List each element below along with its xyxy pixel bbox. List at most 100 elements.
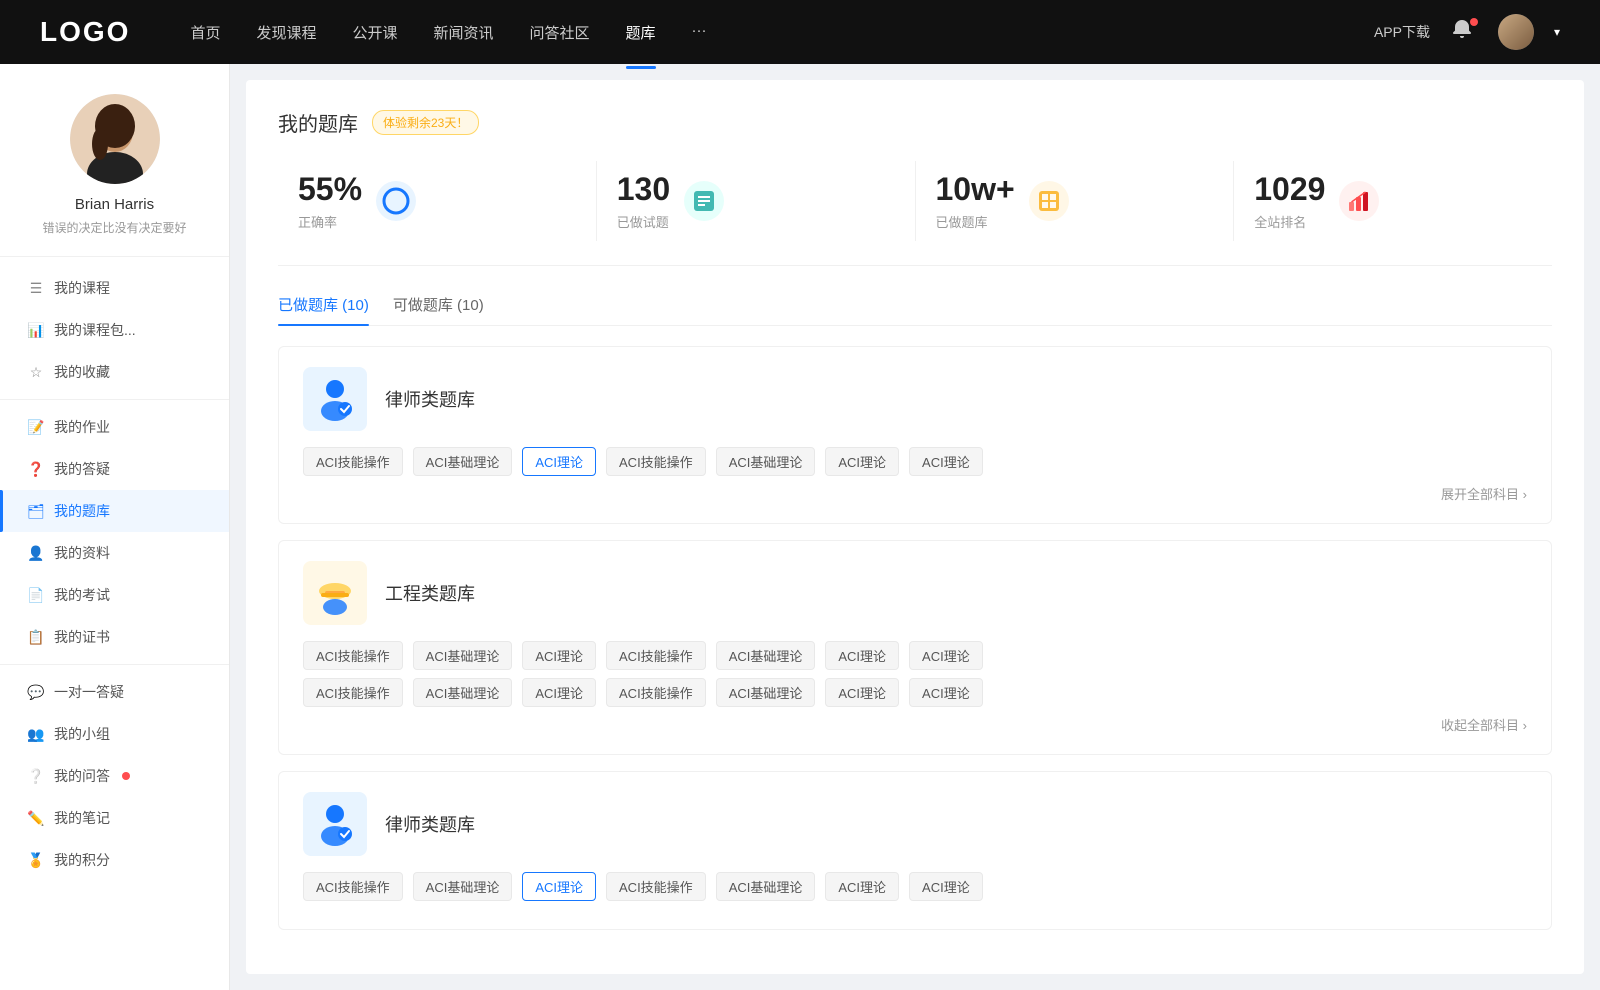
notification-bell[interactable] <box>1450 18 1478 46</box>
stat-site-rank-icon <box>1339 181 1379 221</box>
sidebar-item-my-course-pkg-label: 我的课程包... <box>54 320 136 340</box>
sidebar-item-my-questions-label: 我的问答 <box>54 766 110 786</box>
nav-open[interactable]: 公开课 <box>352 18 397 47</box>
qbank-tag[interactable]: ACI理论 <box>522 641 596 670</box>
qbank-tags-engineer-row1: ACI技能操作 ACI基础理论 ACI理论 ACI技能操作 ACI基础理论 AC… <box>303 641 1527 670</box>
sidebar-item-my-exam[interactable]: 📄 我的考试 <box>0 574 229 616</box>
user-dropdown-icon[interactable]: ▾ <box>1554 25 1560 39</box>
sidebar-motto: 错误的决定比没有决定要好 <box>42 219 186 236</box>
sidebar-item-my-course[interactable]: ☰ 我的课程 <box>0 267 229 309</box>
notes-icon: ✏️ <box>28 810 44 826</box>
avatar[interactable] <box>1498 14 1534 50</box>
course-icon: ☰ <box>28 280 44 296</box>
sidebar-profile: Brian Harris 错误的决定比没有决定要好 <box>0 94 229 257</box>
exam-icon: 📄 <box>28 587 44 603</box>
sidebar-item-my-fav[interactable]: ☆ 我的收藏 <box>0 351 229 393</box>
qbank-tag[interactable]: ACI基础理论 <box>716 641 816 670</box>
nav-menu: 首页 发现课程 公开课 新闻资讯 问答社区 题库 ··· <box>190 18 1374 47</box>
pkg-icon: 📊 <box>28 322 44 338</box>
sidebar-item-my-points[interactable]: 🏅 我的积分 <box>0 839 229 881</box>
qbank-tag[interactable]: ACI理论 <box>909 678 983 707</box>
logo[interactable]: LOGO <box>40 16 130 48</box>
tab-done[interactable]: 已做题库 (10) <box>278 294 369 325</box>
qbank-tag[interactable]: ACI基础理论 <box>413 872 513 901</box>
tab-todo[interactable]: 可做题库 (10) <box>393 294 484 325</box>
sidebar-item-my-profile-label: 我的资料 <box>54 543 110 563</box>
qbank-name-lawyer-2: 律师类题库 <box>385 811 475 837</box>
qbank-expand-lawyer-1[interactable]: 展开全部科目 › <box>303 484 1527 503</box>
sidebar-item-my-qa[interactable]: ❓ 我的答疑 <box>0 448 229 490</box>
sidebar-item-my-profile[interactable]: 👤 我的资料 <box>0 532 229 574</box>
menu-divider-2 <box>0 664 229 665</box>
sidebar-item-my-fav-label: 我的收藏 <box>54 362 110 382</box>
qbank-tag[interactable]: ACI基础理论 <box>716 447 816 476</box>
cert-icon: 📋 <box>28 629 44 645</box>
sidebar-item-my-group[interactable]: 👥 我的小组 <box>0 713 229 755</box>
qbank-tag-active[interactable]: ACI理论 <box>522 872 596 901</box>
nav-discover[interactable]: 发现课程 <box>256 18 316 47</box>
sidebar-item-my-qbank-label: 我的题库 <box>54 501 110 521</box>
qbank-tag[interactable]: ACI技能操作 <box>606 872 706 901</box>
stat-correct-rate: 55% 正确率 <box>278 161 597 241</box>
qbank-tag[interactable]: ACI技能操作 <box>303 678 403 707</box>
qbank-tag[interactable]: ACI理论 <box>909 447 983 476</box>
sidebar-item-my-cert-label: 我的证书 <box>54 627 110 647</box>
qbank-tag[interactable]: ACI理论 <box>909 872 983 901</box>
qbank-tag[interactable]: ACI技能操作 <box>303 872 403 901</box>
qa-icon: ❓ <box>28 461 44 477</box>
qbank-tag[interactable]: ACI理论 <box>825 447 899 476</box>
main-content: 我的题库 体验剩余23天！ 55% 正确率 <box>246 80 1584 974</box>
qbank-tags-engineer-row2: ACI技能操作 ACI基础理论 ACI理论 ACI技能操作 ACI基础理论 AC… <box>303 678 1527 707</box>
nav-qa[interactable]: 问答社区 <box>530 18 590 47</box>
qbank-tag-active[interactable]: ACI理论 <box>522 447 596 476</box>
profile-icon: 👤 <box>28 545 44 561</box>
qbank-tag[interactable]: ACI基础理论 <box>716 872 816 901</box>
qbank-name-engineer-1: 工程类题库 <box>385 580 475 606</box>
qbank-tag[interactable]: ACI技能操作 <box>606 641 706 670</box>
qbank-tag[interactable]: ACI技能操作 <box>606 678 706 707</box>
sidebar-username: Brian Harris <box>75 196 154 213</box>
sidebar: Brian Harris 错误的决定比没有决定要好 ☰ 我的课程 📊 我的课程包… <box>0 64 230 990</box>
trial-badge: 体验剩余23天！ <box>372 110 479 135</box>
sidebar-item-my-points-label: 我的积分 <box>54 850 110 870</box>
app-download-button[interactable]: APP下载 <box>1374 22 1430 42</box>
qbank-tag[interactable]: ACI技能操作 <box>606 447 706 476</box>
nav-home[interactable]: 首页 <box>190 18 220 47</box>
sidebar-item-my-homework[interactable]: 📝 我的作业 <box>0 406 229 448</box>
stat-site-rank-value: 1029 <box>1254 171 1325 208</box>
stat-correct-rate-value: 55% <box>298 171 362 208</box>
group-icon: 👥 <box>28 726 44 742</box>
qbank-icon-lawyer-1 <box>303 367 367 431</box>
one-on-one-icon: 💬 <box>28 684 44 700</box>
stat-site-rank-label: 全站排名 <box>1254 212 1325 231</box>
qbank-collapse-engineer-1[interactable]: 收起全部科目 › <box>303 715 1527 734</box>
qbank-tag[interactable]: ACI理论 <box>825 641 899 670</box>
sidebar-item-my-qbank[interactable]: 🗂 我的题库 <box>0 490 229 532</box>
sidebar-item-one-on-one[interactable]: 💬 一对一答疑 <box>0 671 229 713</box>
qbank-tag[interactable]: ACI基础理论 <box>716 678 816 707</box>
notification-dot <box>1470 18 1478 26</box>
navbar: LOGO 首页 发现课程 公开课 新闻资讯 问答社区 题库 ··· APP下载 … <box>0 0 1600 64</box>
qbank-tag[interactable]: ACI技能操作 <box>303 641 403 670</box>
sidebar-item-my-cert[interactable]: 📋 我的证书 <box>0 616 229 658</box>
qbank-tag[interactable]: ACI理论 <box>522 678 596 707</box>
qbank-tag[interactable]: ACI技能操作 <box>303 447 403 476</box>
qbank-icon-lawyer-2 <box>303 792 367 856</box>
sidebar-item-my-notes[interactable]: ✏️ 我的笔记 <box>0 797 229 839</box>
stat-site-rank: 1029 全站排名 <box>1234 161 1552 241</box>
nav-qbank[interactable]: 题库 <box>626 18 656 47</box>
sidebar-item-my-course-pkg[interactable]: 📊 我的课程包... <box>0 309 229 351</box>
stat-done-banks: 10w+ 已做题库 <box>916 161 1235 241</box>
nav-more[interactable]: ··· <box>692 18 707 47</box>
page-header: 我的题库 体验剩余23天！ <box>278 108 1552 137</box>
qbank-section-engineer-1: 工程类题库 ACI技能操作 ACI基础理论 ACI理论 ACI技能操作 ACI基… <box>278 540 1552 755</box>
qbank-tag[interactable]: ACI理论 <box>825 678 899 707</box>
qbank-tag[interactable]: ACI基础理论 <box>413 447 513 476</box>
qbank-section-lawyer-2: 律师类题库 ACI技能操作 ACI基础理论 ACI理论 ACI技能操作 ACI基… <box>278 771 1552 930</box>
qbank-tag[interactable]: ACI理论 <box>909 641 983 670</box>
nav-news[interactable]: 新闻资讯 <box>434 18 494 47</box>
sidebar-item-my-questions[interactable]: ❔ 我的问答 <box>0 755 229 797</box>
qbank-tag[interactable]: ACI理论 <box>825 872 899 901</box>
qbank-tag[interactable]: ACI基础理论 <box>413 641 513 670</box>
qbank-tag[interactable]: ACI基础理论 <box>413 678 513 707</box>
